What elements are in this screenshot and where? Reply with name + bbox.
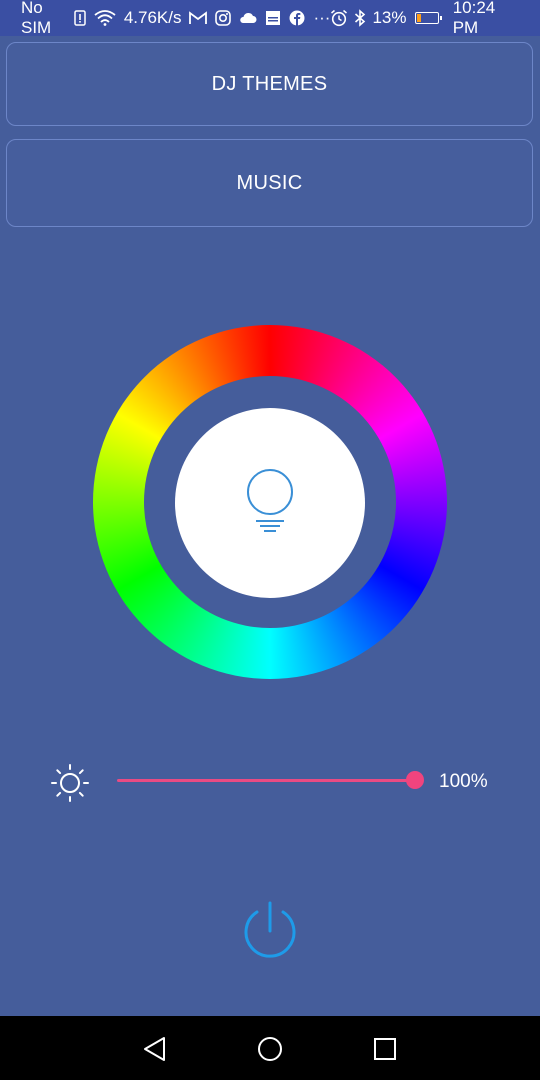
news-icon bbox=[265, 10, 281, 26]
cloud-icon bbox=[239, 12, 257, 24]
lightbulb-icon bbox=[242, 466, 298, 541]
recent-square-icon[interactable] bbox=[370, 1034, 400, 1064]
brightness-control: 100% bbox=[0, 755, 540, 807]
battery-percent: 13% bbox=[372, 8, 407, 27]
power-icon bbox=[238, 901, 302, 967]
bluetooth-icon bbox=[354, 9, 366, 27]
light-toggle-disc[interactable] bbox=[175, 408, 365, 598]
navigation-bar bbox=[0, 1016, 540, 1080]
sun-icon bbox=[50, 763, 90, 803]
carrier-text: No SIM bbox=[21, 0, 52, 37]
battery-level bbox=[416, 14, 421, 22]
brightness-slider-thumb[interactable] bbox=[406, 771, 424, 789]
brightness-slider-track[interactable] bbox=[117, 779, 415, 782]
music-button[interactable]: MUSIC bbox=[6, 139, 533, 227]
wifi-icon bbox=[94, 10, 116, 26]
power-button[interactable] bbox=[238, 899, 302, 963]
gmail-icon bbox=[189, 11, 208, 25]
network-speed: 4.76K/s bbox=[123, 8, 182, 27]
color-ring[interactable] bbox=[93, 325, 447, 679]
brightness-percent: 100% bbox=[439, 771, 488, 792]
battery-icon bbox=[414, 12, 442, 24]
more-notifications-icon: ··· bbox=[313, 8, 331, 27]
sim-alert-icon bbox=[74, 10, 86, 26]
home-circle-icon[interactable] bbox=[255, 1034, 285, 1064]
facebook-icon bbox=[289, 10, 305, 26]
back-triangle-icon[interactable] bbox=[140, 1034, 170, 1064]
status-bar: No SIM 4.76K/s ··· 13% 10:24 PM bbox=[0, 0, 540, 37]
dj-themes-label: DJ THEMES bbox=[211, 72, 328, 95]
music-label: MUSIC bbox=[236, 171, 303, 194]
alarm-icon bbox=[330, 9, 348, 27]
dj-themes-button[interactable]: DJ THEMES bbox=[6, 42, 533, 126]
clock: 10:24 PM bbox=[452, 0, 496, 37]
instagram-icon bbox=[215, 10, 232, 26]
color-wheel[interactable] bbox=[93, 325, 447, 679]
